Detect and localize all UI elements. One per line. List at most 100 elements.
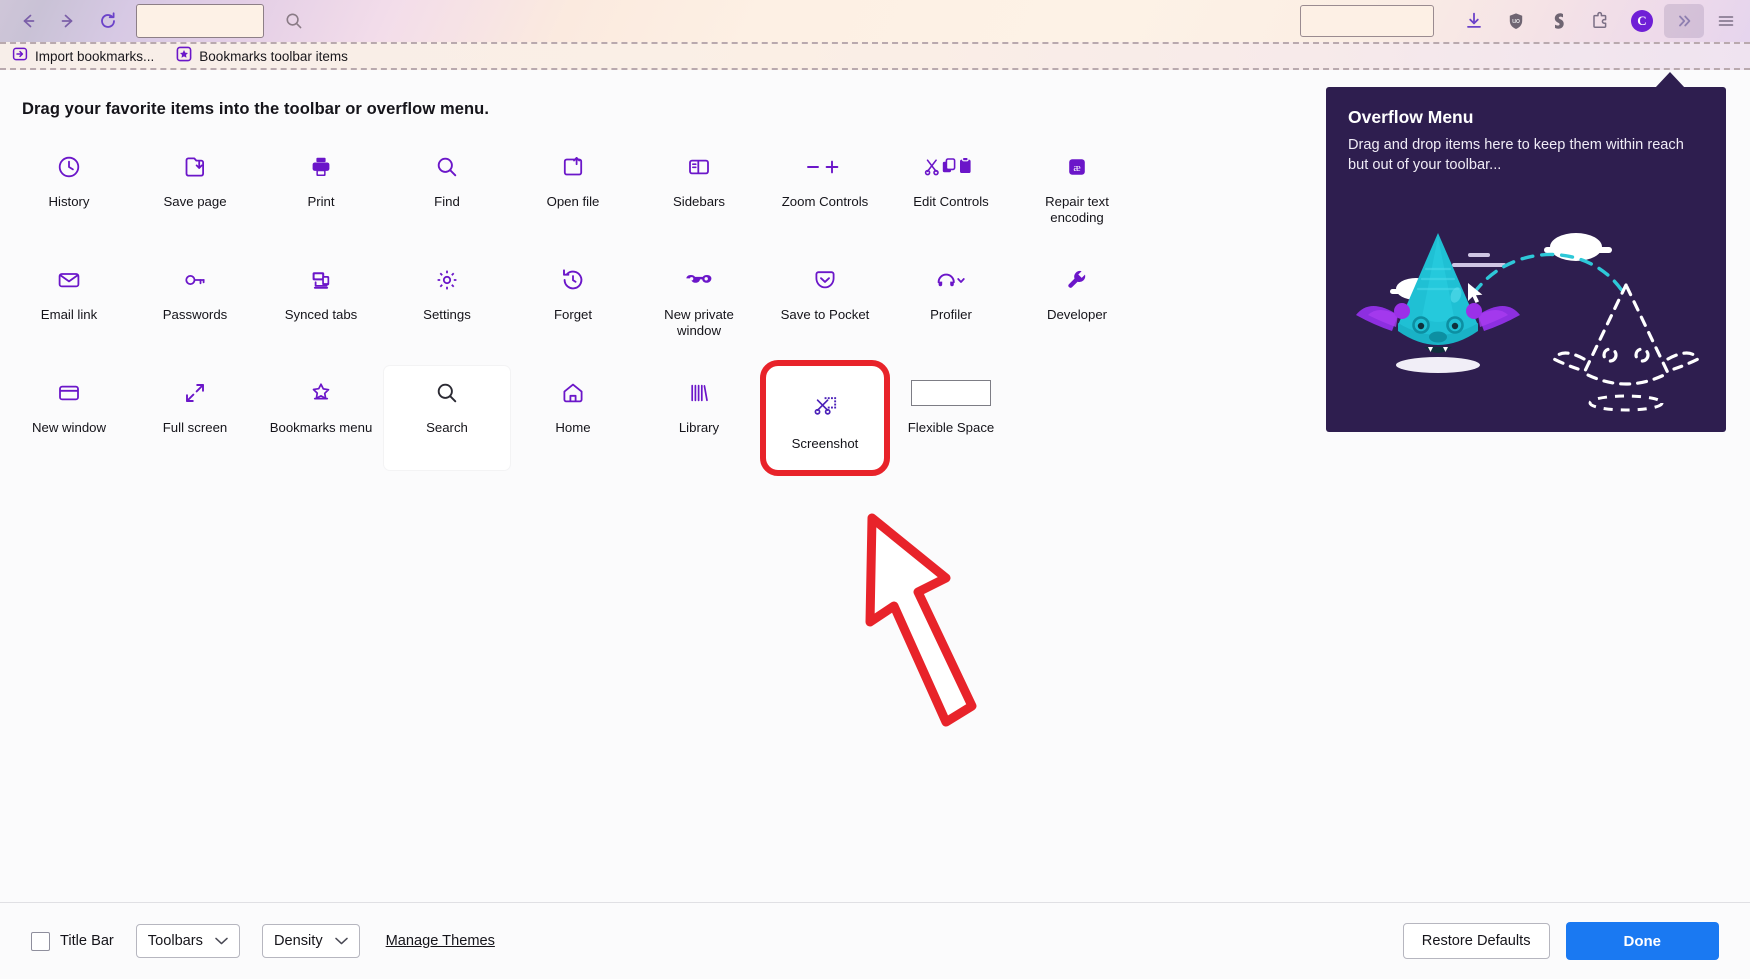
toolbars-dropdown[interactable]: Toolbars (135, 924, 240, 958)
bookmark-toolbar-items[interactable]: Bookmarks toolbar items (170, 44, 354, 69)
palette-item-label: Forget (553, 307, 593, 323)
forget-clock-icon (560, 263, 586, 297)
palette-item-open-file[interactable]: Open file (510, 140, 636, 231)
palette-item-save-to-pocket[interactable]: Save to Pocket (762, 253, 888, 344)
overflow-menu-icon[interactable] (1664, 4, 1704, 38)
palette-item-passwords[interactable]: Passwords (132, 253, 258, 344)
palette-item-history[interactable]: History (6, 140, 132, 231)
density-dropdown[interactable]: Density (261, 924, 360, 958)
bottom-bar-right-group: Restore Defaults Done (1402, 922, 1750, 960)
fullscreen-arrows-icon (182, 376, 208, 410)
downloads-icon[interactable] (1454, 4, 1494, 38)
bookmark-import-bookmarks[interactable]: Import bookmarks... (6, 44, 160, 69)
open-file-icon (560, 150, 586, 184)
overflow-panel-title: Overflow Menu (1348, 107, 1474, 127)
address-bar[interactable] (136, 4, 264, 38)
import-bookmarks-icon (12, 46, 28, 67)
account-avatar[interactable]: C (1622, 4, 1662, 38)
extensions-icon[interactable] (1580, 4, 1620, 38)
synced-tabs-icon (308, 263, 334, 297)
palette-item-zoom-controls[interactable]: Zoom Controls (762, 140, 888, 231)
palette-item-label: Home (555, 420, 591, 436)
palette-item-label: Profiler (930, 307, 972, 323)
palette-item-full-screen[interactable]: Full screen (132, 366, 258, 470)
palette-row-1: History Save page Print Find Open file S… (6, 140, 1146, 231)
palette-item-screenshot[interactable]: Screenshot (760, 360, 890, 477)
search-icon[interactable] (274, 4, 314, 38)
bookmarks-toolbar: Import bookmarks... Bookmarks toolbar it… (0, 42, 1750, 70)
palette-item-label: Search (426, 420, 468, 436)
done-button[interactable]: Done (1565, 922, 1719, 960)
nav-left-group (0, 4, 314, 38)
palette-item-label: Full screen (162, 420, 228, 436)
palette-item-developer[interactable]: Developer (1014, 253, 1140, 344)
palette-item-label: New window (31, 420, 107, 436)
bottom-bar-left-group: Title Bar Toolbars Density Manage Themes (0, 924, 495, 958)
palette-item-search[interactable]: Search (384, 366, 510, 471)
overflow-panel-pointer (1655, 72, 1685, 88)
palette-item-label: Repair text encoding (1045, 194, 1109, 225)
text-encoding-icon: æ (1064, 150, 1090, 184)
reload-icon[interactable] (88, 4, 128, 38)
palette-item-print[interactable]: Print (258, 140, 384, 231)
home-icon (560, 376, 586, 410)
key-icon (182, 263, 208, 297)
secondary-toolbar-field[interactable] (1300, 5, 1434, 37)
page-title: Drag your favorite items into the toolba… (22, 100, 490, 118)
palette-item-label: Zoom Controls (781, 194, 869, 209)
restore-defaults-button[interactable]: Restore Defaults (1402, 923, 1550, 959)
printer-icon (308, 150, 334, 184)
palette-item-label: Open file (546, 194, 600, 209)
palette-item-save-page[interactable]: Save page (132, 140, 258, 231)
pocket-icon (812, 263, 838, 297)
title-bar-checkbox[interactable] (31, 931, 50, 951)
palette-item-label: Sidebars (672, 194, 726, 209)
palette-item-bookmarks-menu[interactable]: Bookmarks menu (258, 366, 384, 470)
palette-item-label: Edit Controls (913, 194, 989, 209)
save-page-icon (182, 150, 208, 184)
bookmark-label: Bookmarks toolbar items (199, 48, 348, 64)
palette-item-repair-text-encoding[interactable]: æ Repair text encoding (1014, 140, 1140, 231)
title-bar-label: Title Bar (60, 933, 114, 949)
palette-item-home[interactable]: Home (510, 366, 636, 470)
envelope-icon (56, 263, 82, 297)
overflow-menu-panel: Overflow Menu Drag and drop items here t… (1326, 87, 1726, 432)
title-bar-checkbox-row[interactable]: Title Bar (31, 931, 114, 951)
palette-item-new-private-window[interactable]: New private window (636, 253, 762, 344)
search-magnifier-icon (434, 376, 460, 410)
clock-icon (56, 150, 82, 184)
palette-item-sidebars[interactable]: Sidebars (636, 140, 762, 231)
ublock-origin-icon[interactable]: uo (1496, 4, 1536, 38)
palette-item-settings[interactable]: Settings (384, 253, 510, 344)
bookmarks-menu-icon (308, 376, 334, 410)
palette-item-forget[interactable]: Forget (510, 253, 636, 344)
bookmarks-star-icon (176, 46, 192, 67)
manage-themes-link[interactable]: Manage Themes (386, 933, 495, 949)
palette-item-label: Find (434, 194, 460, 209)
customize-bottom-bar: Title Bar Toolbars Density Manage Themes… (0, 902, 1750, 979)
palette-item-email-link[interactable]: Email link (6, 253, 132, 344)
palette-item-find[interactable]: Find (384, 140, 510, 231)
density-dropdown-label: Density (273, 933, 323, 949)
back-arrow-icon[interactable] (8, 4, 48, 38)
wrench-icon (1064, 263, 1090, 297)
palette-item-edit-controls[interactable]: Edit Controls (888, 140, 1014, 231)
palette-item-label: Synced tabs (284, 307, 358, 323)
palette-item-new-window[interactable]: New window (6, 366, 132, 470)
sidebar-icon (686, 150, 712, 184)
widget-palette: History Save page Print Find Open file S… (6, 140, 1146, 477)
gear-icon (434, 263, 460, 297)
forward-arrow-icon[interactable] (48, 4, 88, 38)
palette-item-flexible-space[interactable]: Flexible Space (888, 366, 1014, 470)
app-menu-icon[interactable] (1706, 4, 1746, 38)
palette-item-label: Developer (1046, 307, 1108, 323)
surfshark-icon[interactable] (1538, 4, 1578, 38)
palette-item-synced-tabs[interactable]: Synced tabs (258, 253, 384, 344)
svg-text:æ: æ (1073, 162, 1080, 174)
overflow-panel-illustration (1326, 197, 1726, 432)
profiler-icon (934, 263, 968, 297)
palette-item-profiler[interactable]: Profiler (888, 253, 1014, 344)
palette-item-label: History (48, 194, 90, 209)
palette-item-library[interactable]: Library (636, 366, 762, 470)
palette-item-label: Settings (423, 307, 471, 323)
